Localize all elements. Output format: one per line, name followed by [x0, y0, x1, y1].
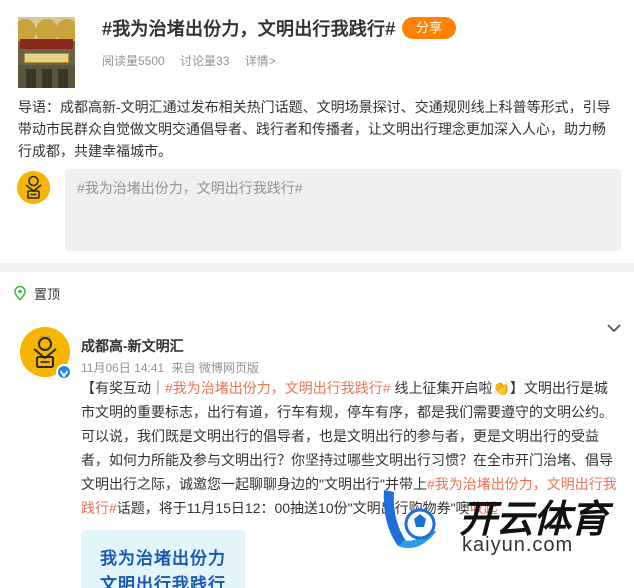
chevron-down-icon[interactable] [605, 319, 623, 337]
avatar[interactable] [17, 171, 50, 204]
topic-stats: 阅读量5500 讨论量33 详情> [102, 52, 288, 69]
topic-intro: 导语：成都高新-文明汇通过发布相关热门话题、文明场景探讨、交通规则线上科普等形式… [18, 99, 611, 159]
thumbnail-door [26, 69, 36, 88]
image-text-line: 我为治堵出份力 [100, 549, 226, 568]
pinned-row: 置顶 [12, 283, 60, 303]
post-meta: 11月06日 14:41 来自 微博网页版 [81, 359, 263, 376]
pinned-label: 置顶 [34, 286, 61, 302]
topic-header: #我为治堵出份力，文明出行我践行# 分享 阅读量5500 讨论量33 详情> [0, 0, 634, 90]
post-image[interactable]: 我为治堵出份力 文明出行我践行 [81, 530, 245, 588]
verified-v-icon [59, 370, 69, 378]
share-button[interactable]: 分享 [402, 17, 456, 39]
post-source: 来自 微博网页版 [171, 361, 259, 375]
thumbnail-door [42, 69, 52, 88]
avatar-logo-icon [17, 171, 50, 204]
post-author[interactable]: 成都高-新文明汇 [81, 336, 184, 356]
thumbnail-roof [20, 39, 73, 49]
topic-tag-link[interactable]: #我为治堵出份力，文明出行我践行# [165, 380, 391, 396]
post-text: 线上征集开启啦 [390, 380, 493, 396]
post-text: 【有奖互动｜ [81, 380, 165, 396]
discuss-count: 讨论量33 [180, 54, 230, 68]
detail-link[interactable]: 详情> [245, 54, 276, 68]
watermark-logo-icon [383, 490, 436, 549]
pin-icon [14, 285, 26, 301]
clap-emoji-icon: 👏 [492, 380, 510, 396]
image-text-line: 文明出行我践行 [100, 575, 226, 588]
compose-input[interactable]: #我为治堵出份力，文明出行我践行# [65, 169, 621, 251]
verified-badge-icon [56, 364, 72, 380]
thumbnail-door [58, 69, 68, 88]
watermark-url: kaiyun.com [462, 534, 574, 556]
read-count: 阅读量5500 [102, 54, 165, 68]
post-date[interactable]: 11月06日 14:41 [81, 361, 164, 375]
topic-title[interactable]: #我为治堵出份力，文明出行我践行# [102, 15, 395, 41]
section-divider [0, 263, 634, 272]
topic-thumbnail[interactable] [18, 17, 75, 88]
thumbnail-banner [24, 53, 69, 63]
